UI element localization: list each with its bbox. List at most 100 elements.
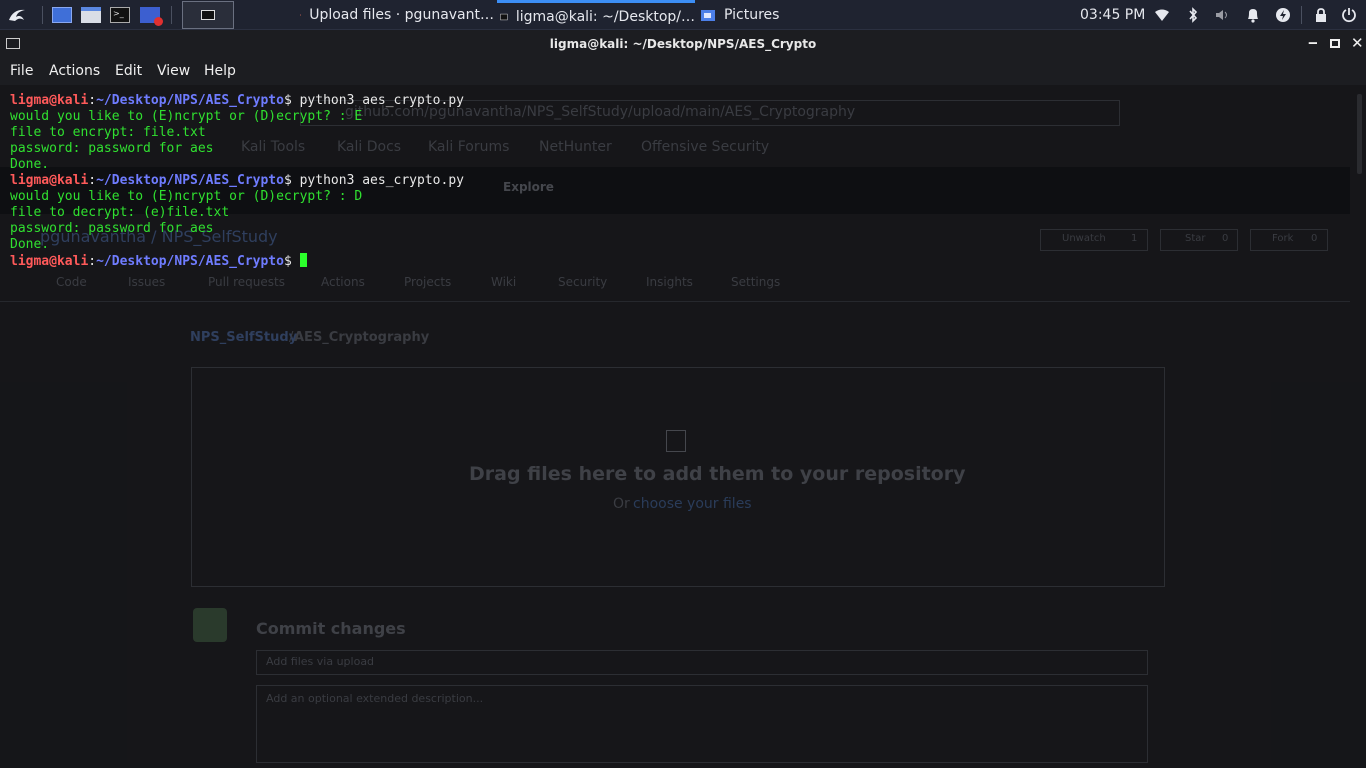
- prompt-user: ligma@kali: [10, 254, 89, 269]
- scrollbar-thumb[interactable]: [1357, 94, 1362, 174]
- prompt-path: ~/Desktop/NPS/AES_Crypto: [96, 173, 284, 188]
- bg-watch-count: 1: [1131, 233, 1138, 244]
- show-desktop-icon[interactable]: [50, 4, 74, 26]
- kali-menu-icon[interactable]: [4, 2, 30, 28]
- terminal-prompt-line: ligma@kali:~/Desktop/NPS/AES_Crypto$ pyt…: [10, 173, 464, 189]
- prompt-colon: :: [88, 254, 97, 269]
- menu-bar: File Actions Edit View Help: [0, 59, 1366, 85]
- task-label: Pictures: [724, 7, 780, 23]
- bg-commit-placeholder: Add files via upload: [266, 655, 375, 668]
- panel-separator: [42, 6, 43, 24]
- top-panel: >_ Upload files · pgunavant… ligma@kali:…: [0, 0, 1366, 30]
- bg-commit-heading: Commit changes: [256, 619, 406, 638]
- prompt-symbol: $: [283, 93, 300, 108]
- clock[interactable]: 03:45 PM: [1080, 0, 1145, 30]
- bg-star-count: 0: [1222, 233, 1229, 244]
- bg-fork-label: Fork: [1272, 233, 1294, 244]
- task-label: ligma@kali: ~/Desktop/…: [515, 8, 695, 25]
- bg-fork-count: 0: [1311, 233, 1318, 244]
- terminal-output-line: Done.: [10, 157, 50, 172]
- bg-tabs-divider: [0, 301, 1350, 302]
- bg-breadcrumb-dir: AES_Cryptography: [294, 330, 430, 345]
- bluetooth-icon[interactable]: [1183, 5, 1203, 25]
- bg-tab-insights: Insights: [646, 275, 693, 289]
- terminal-scrollbar[interactable]: [1354, 90, 1364, 764]
- bg-commit-input: [256, 650, 1148, 675]
- bg-tab-issues: Issues: [128, 275, 166, 289]
- bg-tab-projects: Projects: [404, 275, 452, 289]
- menu-file[interactable]: File: [10, 63, 33, 79]
- bg-drop-link: choose your files: [633, 496, 752, 512]
- prompt-path: ~/Desktop/NPS/AES_Crypto: [96, 254, 284, 269]
- bg-tab-settings: Settings: [731, 275, 781, 289]
- wifi-icon[interactable]: [1152, 5, 1172, 25]
- bg-nav-explore: Explore: [503, 180, 554, 194]
- task-firefox[interactable]: Upload files · pgunavant…: [300, 0, 494, 30]
- window-titlebar[interactable]: ligma@kali: ~/Desktop/NPS/AES_Crypto ‒ ✕: [0, 30, 1366, 59]
- prompt-command: python3 aes_crypto.py: [299, 93, 464, 108]
- volume-icon[interactable]: [1213, 5, 1233, 25]
- prompt-colon: :: [88, 93, 97, 108]
- bg-desc-placeholder: Add an optional extended description...: [266, 692, 484, 705]
- lock-icon[interactable]: [1311, 5, 1331, 25]
- bg-drop-or: Or: [613, 496, 630, 512]
- terminal-output-line: would you like to (E)ncrypt or (D)ecrypt…: [10, 189, 363, 204]
- file-manager-icon[interactable]: [79, 4, 103, 26]
- folder-icon: [701, 10, 715, 21]
- terminal-icon: [500, 13, 508, 20]
- bg-star-label: Star: [1185, 233, 1206, 244]
- minimize-icon[interactable]: ‒: [1308, 35, 1318, 51]
- bg-watch-label: Unwatch: [1062, 233, 1106, 244]
- bg-file-icon: [666, 430, 686, 452]
- terminal-cursor: [299, 253, 307, 267]
- task-label: Upload files · pgunavant…: [309, 7, 494, 23]
- terminal-area[interactable]: github.com/pgunavantha/NPS_SelfStudy/upl…: [0, 85, 1366, 768]
- prompt-user: ligma@kali: [10, 93, 89, 108]
- panel-separator: [1301, 6, 1302, 24]
- terminal-output-line: password: password for aes: [10, 141, 214, 156]
- prompt-symbol: $: [283, 173, 300, 188]
- menu-edit[interactable]: Edit: [115, 63, 142, 79]
- terminal-output-line: password: password for aes: [10, 221, 214, 236]
- terminal-output-line: file to decrypt: (e)file.txt: [10, 205, 230, 220]
- task-terminal[interactable]: ligma@kali: ~/Desktop/…: [497, 0, 695, 30]
- task-pictures[interactable]: Pictures: [700, 0, 810, 30]
- firefox-icon: [300, 14, 302, 16]
- bg-tab-wiki: Wiki: [491, 275, 517, 289]
- terminal-output-line: Done.: [10, 237, 50, 252]
- terminal-output: ligma@kali:~/Desktop/NPS/AES_Crypto$ pyt…: [10, 93, 464, 269]
- terminal-prompt-line: ligma@kali:~/Desktop/NPS/AES_Crypto$: [10, 253, 464, 269]
- bg-bookmark: NetHunter: [539, 139, 612, 155]
- bg-breadcrumb-repo: NPS_SelfStudy: [190, 330, 298, 345]
- workspace-switcher[interactable]: [182, 1, 234, 29]
- bg-avatar: [193, 608, 227, 642]
- notification-bell-icon[interactable]: [1243, 5, 1263, 25]
- bg-drop-heading: Drag files here to add them to your repo…: [469, 463, 966, 485]
- window-title: ligma@kali: ~/Desktop/NPS/AES_Crypto: [549, 37, 817, 51]
- menu-actions[interactable]: Actions: [49, 63, 100, 79]
- prompt-path: ~/Desktop/NPS/AES_Crypto: [96, 93, 284, 108]
- bg-bookmark: Offensive Security: [641, 139, 770, 155]
- bg-tab-code: Code: [56, 275, 87, 289]
- power-manager-icon[interactable]: [1273, 5, 1293, 25]
- bg-tab-pull-requests: Pull requests: [208, 275, 285, 289]
- maximize-icon[interactable]: [1330, 39, 1340, 48]
- menu-help[interactable]: Help: [204, 63, 236, 79]
- prompt-symbol: $: [283, 254, 300, 269]
- terminal-prompt-line: ligma@kali:~/Desktop/NPS/AES_Crypto$ pyt…: [10, 93, 464, 109]
- bg-tab-security: Security: [558, 275, 608, 289]
- panel-separator: [171, 6, 172, 24]
- close-icon[interactable]: ✕: [1351, 34, 1364, 52]
- prompt-user: ligma@kali: [10, 173, 89, 188]
- terminal-icon: [201, 10, 215, 20]
- terminal-output-line: file to encrypt: file.txt: [10, 125, 206, 140]
- menu-view[interactable]: View: [157, 63, 190, 79]
- terminal-launcher-icon[interactable]: >_: [108, 4, 132, 26]
- bg-breadcrumb-sep: /: [289, 330, 294, 345]
- terminal-output-line: would you like to (E)ncrypt or (D)ecrypt…: [10, 109, 363, 124]
- prompt-colon: :: [88, 173, 97, 188]
- bg-tab-actions: Actions: [321, 275, 365, 289]
- prompt-command: python3 aes_crypto.py: [299, 173, 464, 188]
- screen-recorder-icon[interactable]: [138, 4, 163, 26]
- logout-icon[interactable]: [1339, 5, 1359, 25]
